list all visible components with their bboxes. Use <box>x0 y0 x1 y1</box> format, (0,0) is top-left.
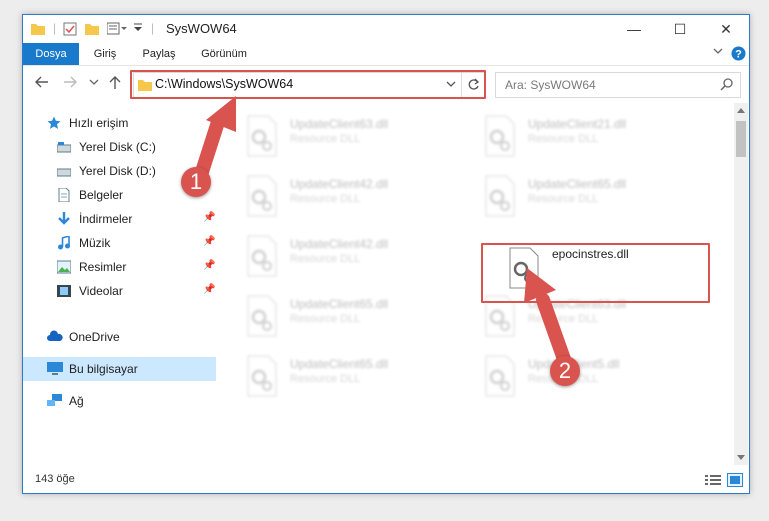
arrow-to-file <box>524 268 572 369</box>
step-2-badge: 2 <box>550 356 580 386</box>
arrow-to-address-bar <box>193 96 236 185</box>
annotation-arrows <box>193 96 572 369</box>
step-1-badge: 1 <box>181 167 211 197</box>
